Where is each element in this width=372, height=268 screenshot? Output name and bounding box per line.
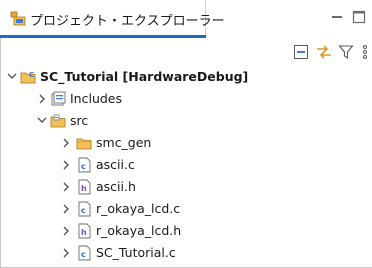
tree-row-ascii-h[interactable]: h ascii.h <box>0 176 372 198</box>
link-with-editor-icon[interactable] <box>315 43 333 61</box>
tree-row-sc-tutorial-c[interactable]: c SC_Tutorial.c <box>0 242 372 264</box>
collapsed-chevron-icon[interactable] <box>60 154 72 176</box>
c-file-icon: c <box>78 157 91 173</box>
tab-project-explorer[interactable]: プロジェクト・エクスプローラー <box>0 0 225 38</box>
project-explorer-icon <box>10 11 26 26</box>
tree-row-src[interactable]: src <box>0 110 372 132</box>
view-tab-bar: プロジェクト・エクスプローラー <box>0 0 372 38</box>
view-menu-icon[interactable] <box>356 43 372 61</box>
svg-text:c: c <box>81 206 86 215</box>
collapsed-chevron-icon[interactable] <box>60 198 72 220</box>
collapsed-chevron-icon[interactable] <box>60 220 72 242</box>
source-folder-icon <box>50 114 66 128</box>
svg-text:c: c <box>81 162 86 171</box>
includes-icon <box>51 91 66 106</box>
filter-icon[interactable] <box>337 43 355 61</box>
tree-row-r-okaya-lcd-c[interactable]: c r_okaya_lcd.c <box>0 198 372 220</box>
tree-label-r-okaya-lcd-c: r_okaya_lcd.c <box>96 201 181 216</box>
tree-label-r-okaya-lcd-h: r_okaya_lcd.h <box>96 223 182 238</box>
tree-label-sc-tutorial-c: SC_Tutorial.c <box>96 245 176 260</box>
view-toolbar <box>0 38 372 66</box>
collapsed-chevron-icon[interactable] <box>60 176 72 198</box>
tree-label-smc-gen: smc_gen <box>96 135 152 150</box>
tree-label-src: src <box>70 113 89 128</box>
c-file-icon: c <box>78 201 91 217</box>
collapsed-chevron-icon[interactable] <box>60 242 72 264</box>
expanded-chevron-icon[interactable] <box>6 66 18 88</box>
expanded-chevron-icon[interactable] <box>36 110 48 132</box>
tab-title: プロジェクト・エクスプローラー <box>30 14 225 29</box>
svg-text:C: C <box>29 71 34 79</box>
collapse-all-icon[interactable] <box>292 43 310 61</box>
tree-label-includes: Includes <box>70 91 123 106</box>
h-file-icon: h <box>78 179 91 195</box>
tree-row-r-okaya-lcd-h[interactable]: h r_okaya_lcd.h <box>0 220 372 242</box>
tree-row-project[interactable]: C SC_Tutorial [HardwareDebug] <box>0 66 372 88</box>
svg-text:h: h <box>81 184 87 193</box>
svg-text:h: h <box>81 228 87 237</box>
tree-row-includes[interactable]: Includes <box>0 88 372 110</box>
svg-text:c: c <box>81 250 86 259</box>
folder-icon <box>76 138 92 150</box>
minimize-icon[interactable] <box>329 9 345 25</box>
c-project-icon: C <box>20 71 36 84</box>
h-file-icon: h <box>78 223 91 239</box>
collapsed-chevron-icon[interactable] <box>36 88 48 110</box>
maximize-icon[interactable] <box>351 9 367 25</box>
tree-row-smc-gen[interactable]: smc_gen <box>0 132 372 154</box>
tree-label-ascii-h: ascii.h <box>96 179 136 194</box>
tree-row-ascii-c[interactable]: c ascii.c <box>0 154 372 176</box>
collapsed-chevron-icon[interactable] <box>60 132 72 154</box>
tree-label-project: SC_Tutorial [HardwareDebug] <box>40 69 249 84</box>
c-file-icon: c <box>78 245 91 261</box>
tree-label-ascii-c: ascii.c <box>96 157 135 172</box>
